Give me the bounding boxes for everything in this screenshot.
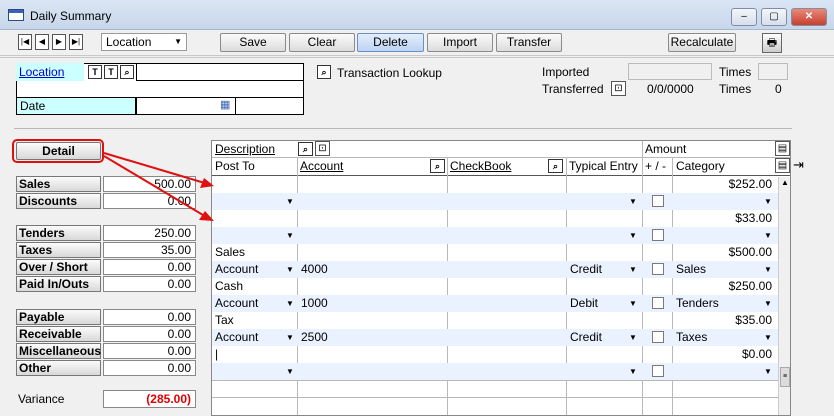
annotation-arrows xyxy=(103,152,214,221)
arrowhead-icon xyxy=(199,211,214,221)
annotation-arrow xyxy=(103,152,209,185)
annotation-arrow xyxy=(103,155,209,219)
arrowhead-icon xyxy=(200,178,214,188)
